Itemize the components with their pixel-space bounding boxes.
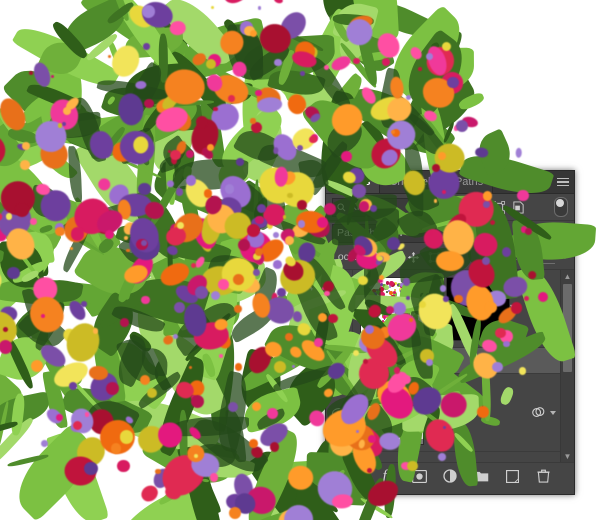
layer-effects-group[interactable] — [531, 406, 556, 419]
new-adjustment-layer-button[interactable] — [441, 467, 459, 485]
layer-effects-icon — [532, 407, 545, 417]
layer-list-scrollbar[interactable]: ▲ ▼ — [560, 270, 574, 462]
filter-enable-toggle[interactable] — [554, 197, 568, 217]
delete-layer-button[interactable] — [534, 467, 552, 485]
chevron-down-icon[interactable] — [550, 410, 556, 415]
new-layer-button[interactable] — [503, 467, 521, 485]
screenshot-root: F L O A Layers Channels Paths Kind — [0, 0, 600, 520]
scroll-up-arrow[interactable]: ▲ — [561, 270, 574, 282]
scroll-down-arrow[interactable]: ▼ — [561, 450, 574, 462]
hamburger-menu-icon[interactable] — [552, 171, 574, 193]
